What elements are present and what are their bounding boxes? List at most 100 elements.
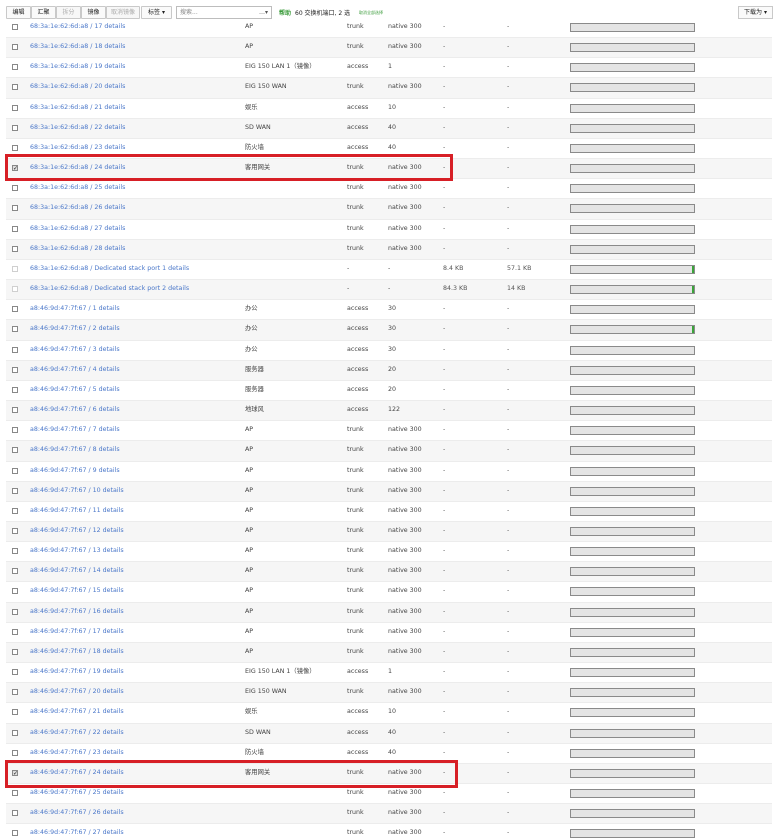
port-link[interactable]: a8:46:9d:47:7f:67 / 1: [30, 305, 97, 312]
port-link[interactable]: a8:46:9d:47:7f:67 / 4: [30, 366, 97, 373]
details-link[interactable]: details: [99, 346, 120, 353]
details-link[interactable]: details: [103, 809, 124, 816]
port-link[interactable]: a8:46:9d:47:7f:67 / 12: [30, 527, 101, 534]
port-link[interactable]: a8:46:9d:47:7f:67 / 7: [30, 426, 97, 433]
port-link[interactable]: a8:46:9d:47:7f:67 / 22: [30, 729, 101, 736]
port-link[interactable]: a8:46:9d:47:7f:67 / 8: [30, 446, 97, 453]
details-link[interactable]: details: [103, 789, 124, 796]
chevron-down-icon[interactable]: …▾: [259, 7, 268, 18]
clear-selection-link[interactable]: 取消全部选择: [359, 10, 383, 16]
port-link[interactable]: a8:46:9d:47:7f:67 / 9: [30, 467, 97, 474]
row-checkbox[interactable]: [12, 306, 18, 313]
port-link[interactable]: a8:46:9d:47:7f:67 / 13: [30, 547, 101, 554]
row-checkbox[interactable]: ✓: [12, 165, 18, 172]
row-checkbox[interactable]: [12, 749, 18, 756]
port-link[interactable]: a8:46:9d:47:7f:67 / 23: [30, 749, 101, 756]
row-checkbox[interactable]: [12, 346, 18, 353]
port-link[interactable]: 68:3a:1e:62:6d:a8 / 19: [30, 63, 102, 70]
row-checkbox[interactable]: [12, 669, 18, 676]
details-link[interactable]: details: [99, 305, 120, 312]
row-checkbox[interactable]: [12, 689, 18, 696]
port-link[interactable]: a8:46:9d:47:7f:67 / 24: [30, 769, 101, 776]
details-link[interactable]: details: [104, 23, 125, 30]
row-checkbox[interactable]: ✓: [12, 769, 18, 776]
details-link[interactable]: details: [99, 426, 120, 433]
details-link[interactable]: details: [103, 688, 124, 695]
port-link[interactable]: a8:46:9d:47:7f:67 / 10: [30, 487, 101, 494]
port-link[interactable]: 68:3a:1e:62:6d:a8 / 17: [30, 23, 102, 30]
row-checkbox[interactable]: [12, 628, 18, 635]
details-link[interactable]: details: [104, 104, 125, 111]
port-link[interactable]: 68:3a:1e:62:6d:a8 / 27: [30, 225, 102, 232]
details-link[interactable]: details: [103, 567, 124, 574]
details-link[interactable]: details: [103, 729, 124, 736]
row-checkbox[interactable]: [12, 245, 18, 252]
help-link[interactable]: 帮助: [279, 8, 291, 17]
row-checkbox[interactable]: [12, 427, 18, 434]
port-link[interactable]: 68:3a:1e:62:6d:a8 / 26: [30, 204, 102, 211]
details-link[interactable]: details: [99, 467, 120, 474]
details-link[interactable]: details: [103, 608, 124, 615]
details-link[interactable]: details: [104, 144, 125, 151]
details-link[interactable]: details: [103, 507, 124, 514]
port-link[interactable]: 68:3a:1e:62:6d:a8 / 24: [30, 164, 102, 171]
row-checkbox[interactable]: [12, 185, 18, 192]
port-link[interactable]: a8:46:9d:47:7f:67 / 3: [30, 346, 97, 353]
port-link[interactable]: a8:46:9d:47:7f:67 / 19: [30, 668, 101, 675]
row-checkbox[interactable]: [12, 64, 18, 71]
port-link[interactable]: a8:46:9d:47:7f:67 / 15: [30, 587, 101, 594]
row-checkbox[interactable]: [12, 467, 18, 474]
row-checkbox[interactable]: [12, 709, 18, 716]
port-link[interactable]: a8:46:9d:47:7f:67 / 18: [30, 648, 101, 655]
port-link[interactable]: a8:46:9d:47:7f:67 / 21: [30, 708, 101, 715]
row-checkbox[interactable]: [12, 588, 18, 595]
details-link[interactable]: details: [103, 628, 124, 635]
port-link[interactable]: a8:46:9d:47:7f:67 / 25: [30, 789, 101, 796]
row-checkbox[interactable]: [12, 729, 18, 736]
row-checkbox[interactable]: [12, 648, 18, 655]
row-checkbox[interactable]: [12, 386, 18, 393]
details-link[interactable]: details: [103, 547, 124, 554]
port-link[interactable]: a8:46:9d:47:7f:67 / 5: [30, 386, 97, 393]
port-link[interactable]: 68:3a:1e:62:6d:a8 / Dedicated stack port…: [30, 265, 166, 272]
row-checkbox[interactable]: [12, 507, 18, 514]
details-link[interactable]: details: [99, 406, 120, 413]
port-link[interactable]: 68:3a:1e:62:6d:a8 / Dedicated stack port…: [30, 285, 166, 292]
details-link[interactable]: details: [104, 124, 125, 131]
details-link[interactable]: details: [103, 749, 124, 756]
row-checkbox[interactable]: [12, 326, 18, 333]
row-checkbox[interactable]: [12, 810, 18, 817]
details-link[interactable]: details: [104, 204, 125, 211]
details-link[interactable]: details: [99, 446, 120, 453]
row-checkbox[interactable]: [12, 124, 18, 131]
details-link[interactable]: details: [99, 325, 120, 332]
details-link[interactable]: details: [103, 587, 124, 594]
row-checkbox[interactable]: [12, 487, 18, 494]
row-checkbox[interactable]: [12, 407, 18, 414]
details-link[interactable]: details: [104, 83, 125, 90]
port-link[interactable]: 68:3a:1e:62:6d:a8 / 20: [30, 83, 102, 90]
row-checkbox[interactable]: [12, 790, 18, 797]
port-link[interactable]: 68:3a:1e:62:6d:a8 / 22: [30, 124, 102, 131]
row-checkbox[interactable]: [12, 447, 18, 454]
port-link[interactable]: a8:46:9d:47:7f:67 / 17: [30, 628, 101, 635]
details-link[interactable]: details: [103, 769, 124, 776]
details-link[interactable]: details: [104, 184, 125, 191]
row-checkbox[interactable]: [12, 205, 18, 212]
details-link[interactable]: details: [103, 648, 124, 655]
details-link[interactable]: details: [99, 386, 120, 393]
row-checkbox[interactable]: [12, 144, 18, 151]
port-link[interactable]: a8:46:9d:47:7f:67 / 27: [30, 829, 101, 836]
row-checkbox[interactable]: [12, 548, 18, 555]
port-link[interactable]: a8:46:9d:47:7f:67 / 14: [30, 567, 101, 574]
row-checkbox[interactable]: [12, 84, 18, 91]
row-checkbox[interactable]: [12, 24, 18, 30]
details-link[interactable]: details: [168, 285, 189, 292]
port-link[interactable]: a8:46:9d:47:7f:67 / 26: [30, 809, 101, 816]
row-checkbox[interactable]: [12, 44, 18, 51]
details-link[interactable]: details: [103, 487, 124, 494]
row-checkbox[interactable]: [12, 366, 18, 373]
port-link[interactable]: 68:3a:1e:62:6d:a8 / 18: [30, 43, 102, 50]
port-link[interactable]: a8:46:9d:47:7f:67 / 11: [30, 507, 101, 514]
port-link[interactable]: 68:3a:1e:62:6d:a8 / 23: [30, 144, 102, 151]
